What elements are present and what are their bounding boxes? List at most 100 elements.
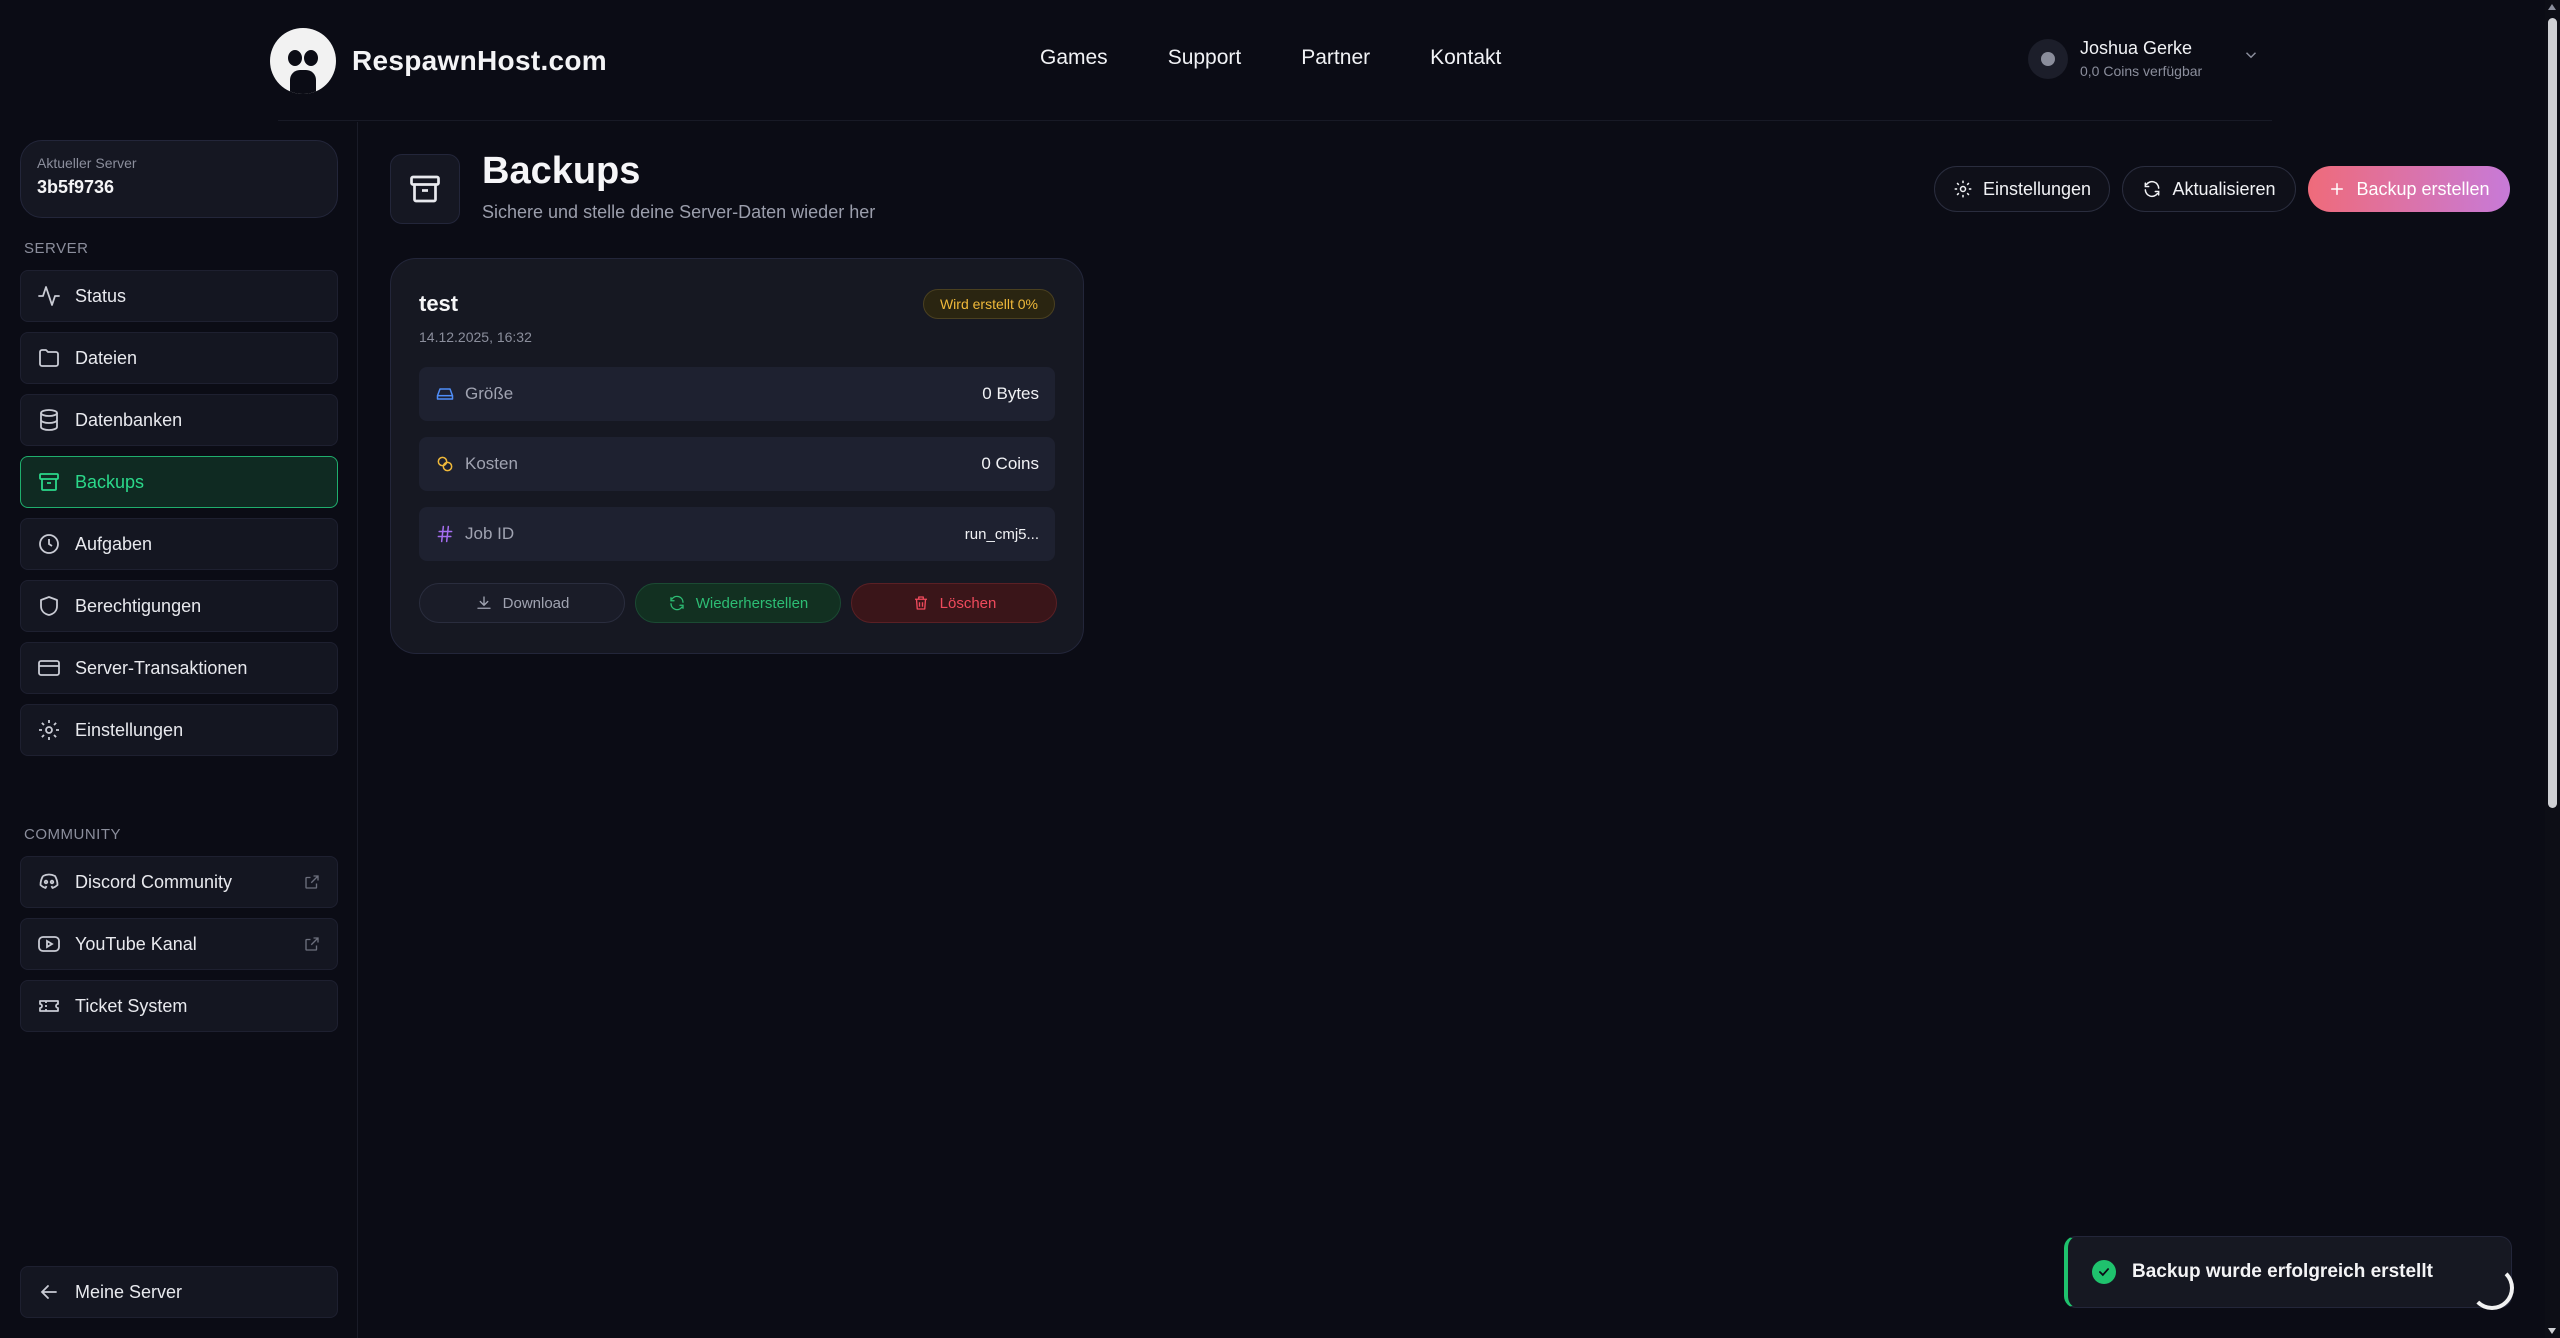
sidebar-item-server-transaktionen[interactable]: Server-Transaktionen	[20, 642, 338, 694]
external-link-icon	[305, 875, 319, 889]
backup-cost-row: Kosten 0 Coins	[419, 437, 1055, 491]
sidebar-item-label: Server-Transaktionen	[75, 657, 248, 678]
section-title-community: COMMUNITY	[24, 826, 121, 843]
sidebar-item-label: Discord Community	[75, 871, 233, 892]
user-coins: 0,0 Coins verfügbar	[2080, 63, 2203, 79]
success-toast[interactable]: Backup wurde erfolgreich erstellt	[2064, 1236, 2512, 1308]
top-header: RespawnHost.com Games Support Partner Ko…	[0, 0, 2545, 120]
user-menu[interactable]: Joshua Gerke 0,0 Coins verfügbar	[2028, 38, 2257, 79]
current-server-label: Aktueller Server	[37, 155, 137, 171]
ticket-icon	[39, 1000, 59, 1012]
site-logo[interactable]: RespawnHost.com	[270, 28, 607, 94]
backup-size-row: Größe 0 Bytes	[419, 367, 1055, 421]
backup-date: 14.12.2025, 16:32	[419, 329, 532, 345]
nav-support[interactable]: Support	[1168, 46, 1242, 70]
backup-card: test 14.12.2025, 16:32 Wird erstellt 0% …	[390, 258, 1084, 654]
scroll-down-arrow-icon[interactable]	[2548, 1328, 2556, 1334]
arrow-left-icon	[40, 1285, 57, 1299]
current-server-box[interactable]: Aktueller Server 3b5f9736	[20, 140, 338, 218]
scroll-up-arrow-icon[interactable]	[2548, 4, 2556, 10]
restore-label: Wiederherstellen	[695, 594, 809, 612]
logo-text: RespawnHost.com	[352, 45, 607, 76]
loading-spinner-icon	[2470, 1266, 2514, 1310]
activity-icon	[38, 286, 60, 306]
coins-icon	[437, 456, 453, 472]
restore-button[interactable]: Wiederherstellen	[635, 583, 841, 623]
refresh-button-label: Aktualisieren	[2172, 178, 2276, 199]
gear-icon	[1954, 180, 1972, 198]
page-scrollbar[interactable]	[2545, 0, 2560, 1338]
back-label: Meine Server	[75, 1281, 183, 1302]
download-button[interactable]: Download	[419, 583, 625, 623]
clock-icon	[39, 534, 59, 554]
archive-icon	[39, 473, 59, 491]
section-title-server: SERVER	[24, 240, 89, 257]
chevron-down-icon	[2245, 52, 2257, 59]
create-backup-button[interactable]: Backup erstellen	[2308, 166, 2510, 212]
external-link-icon	[305, 937, 319, 951]
refresh-icon	[2145, 180, 2160, 198]
shield-icon	[40, 596, 58, 616]
size-label: Größe	[465, 384, 514, 403]
sidebar-item-label: Berechtigungen	[75, 595, 202, 616]
check-circle-icon	[2092, 1260, 2116, 1284]
refresh-icon	[670, 595, 684, 611]
back-to-my-servers-button[interactable]: Meine Server	[20, 1266, 338, 1318]
toast-message: Backup wurde erfolgreich erstellt	[2132, 1261, 2433, 1282]
youtube-icon	[38, 936, 60, 952]
status-badge: Wird erstellt 0%	[922, 289, 1055, 319]
sidebar-item-label: Status	[75, 285, 127, 306]
database-icon	[40, 409, 58, 431]
sidebar-item-dateien[interactable]: Dateien	[20, 332, 338, 384]
settings-button[interactable]: Einstellungen	[1934, 166, 2110, 212]
sidebar-item-discord[interactable]: Discord Community	[20, 856, 338, 908]
hard-drive-icon	[436, 388, 454, 400]
sidebar-item-backups[interactable]: Backups	[20, 456, 338, 508]
credit-card-icon	[38, 660, 60, 676]
job-id-value: run_cmj5...	[964, 525, 1039, 543]
nav-partner[interactable]: Partner	[1301, 46, 1370, 70]
sidebar-item-ticket-system[interactable]: Ticket System	[20, 980, 338, 1032]
create-backup-label: Backup erstellen	[2356, 178, 2490, 199]
sidebar-item-label: Einstellungen	[75, 719, 184, 740]
download-icon	[476, 596, 491, 609]
sidebar-item-datenbanken[interactable]: Datenbanken	[20, 394, 338, 446]
sidebar-item-label: Dateien	[75, 347, 138, 368]
sidebar-item-label: Aufgaben	[75, 533, 153, 554]
nav-kontakt[interactable]: Kontakt	[1430, 46, 1501, 70]
scrollbar-thumb[interactable]	[2548, 18, 2557, 808]
nav-games[interactable]: Games	[1040, 46, 1108, 70]
sidebar-item-label: Ticket System	[75, 995, 188, 1016]
folder-icon	[39, 349, 59, 367]
size-value: 0 Bytes	[982, 384, 1039, 403]
backup-name: test	[419, 291, 459, 316]
cost-value: 0 Coins	[981, 454, 1039, 473]
avatar	[2028, 38, 2068, 79]
page-archive-icon	[390, 154, 460, 224]
sidebar-item-label: Datenbanken	[75, 409, 183, 430]
sidebar-item-label: YouTube Kanal	[75, 933, 197, 954]
current-server-id: 3b5f9736	[37, 177, 115, 197]
page-title: Backups	[482, 150, 641, 192]
sidebar-item-berechtigungen[interactable]: Berechtigungen	[20, 580, 338, 632]
plus-icon	[2331, 183, 2344, 195]
download-label: Download	[502, 594, 570, 612]
sidebar-item-einstellungen[interactable]: Einstellungen	[20, 704, 338, 756]
job-id-label: Job ID	[465, 524, 515, 543]
sidebar-item-youtube[interactable]: YouTube Kanal	[20, 918, 338, 970]
trash-icon	[914, 596, 927, 610]
refresh-button[interactable]: Aktualisieren	[2122, 166, 2296, 212]
sidebar-item-status[interactable]: Status	[20, 270, 338, 322]
user-name: Joshua Gerke	[2080, 38, 2193, 58]
sidebar-item-label: Backups	[75, 471, 145, 492]
delete-label: Löschen	[939, 594, 997, 612]
delete-button[interactable]: Löschen	[851, 583, 1057, 623]
sidebar-item-aufgaben[interactable]: Aufgaben	[20, 518, 338, 570]
gear-icon	[39, 720, 59, 740]
header-divider	[278, 120, 2272, 121]
discord-icon	[39, 873, 59, 889]
main-nav: Games Support Partner Kontakt	[1040, 46, 1501, 70]
settings-button-label: Einstellungen	[1982, 178, 2092, 199]
page-subtitle: Sichere und stelle deine Server-Daten wi…	[482, 202, 876, 222]
cost-label: Kosten	[465, 454, 518, 473]
